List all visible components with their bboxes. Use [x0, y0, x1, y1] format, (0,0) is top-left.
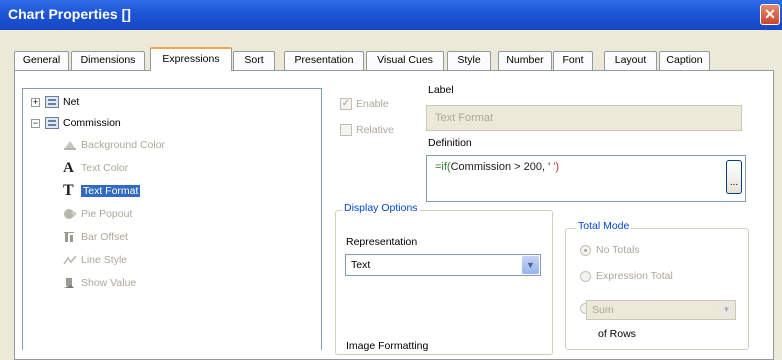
- tree-attr-label: Text Format: [81, 185, 141, 197]
- tree-attr-label: Pie Popout: [81, 208, 133, 220]
- enable-label: Enable: [356, 98, 389, 110]
- tree-node-label: Net: [63, 96, 80, 108]
- radio-label: No Totals: [596, 244, 640, 256]
- close-button[interactable]: ✕: [760, 4, 780, 25]
- text-format-icon: T: [63, 182, 74, 199]
- definition-field-text: Commission > 200, ': [450, 161, 551, 173]
- sum-value: Sum: [592, 304, 614, 316]
- definition-prefix: =if(: [435, 161, 451, 173]
- label-title: Label: [428, 84, 454, 96]
- representation-value: Text: [351, 259, 371, 271]
- tab-presentation[interactable]: Presentation: [284, 51, 364, 70]
- window-title: Chart Properties []: [8, 6, 131, 22]
- pie-popout-icon: [63, 208, 77, 220]
- tree-attr-label: Line Style: [81, 254, 128, 266]
- image-formatting-label: Image Formatting: [346, 340, 429, 352]
- tree-attr-pie-popout[interactable]: Pie Popout: [63, 208, 132, 220]
- chevron-down-icon[interactable]: ▼: [719, 302, 734, 318]
- collapse-icon[interactable]: −: [31, 118, 40, 128]
- of-rows-label: of Rows: [598, 328, 636, 340]
- definition-tail: '): [550, 161, 560, 173]
- total-mode-title: Total Mode: [576, 220, 632, 232]
- tree-attr-label: Text Color: [81, 162, 129, 174]
- radio-expression-total[interactable]: Expression Total: [580, 270, 673, 282]
- tab-expressions[interactable]: Expressions: [150, 47, 232, 71]
- tab-visual-cues[interactable]: Visual Cues: [366, 51, 444, 70]
- tab-layout[interactable]: Layout: [604, 51, 657, 70]
- tree-attr-bar-offset[interactable]: Bar Offset: [63, 231, 128, 243]
- radio-button: [580, 270, 591, 282]
- tree-attr-text-format[interactable]: T Text Format: [63, 182, 141, 199]
- tab-general[interactable]: General: [14, 51, 69, 70]
- expression-icon: [45, 96, 59, 108]
- expression-icon: [45, 117, 59, 129]
- definition-title: Definition: [428, 137, 472, 149]
- tree-attr-text-color[interactable]: A Text Color: [63, 160, 129, 176]
- tab-number[interactable]: Number: [498, 51, 552, 70]
- show-value-icon: [63, 277, 77, 289]
- tree-attr-label: Background Color: [81, 139, 166, 151]
- tree-node-commission[interactable]: − Commission: [31, 117, 121, 129]
- expand-icon[interactable]: +: [31, 97, 40, 107]
- checkbox-box: [340, 124, 352, 136]
- radio-no-totals[interactable]: No Totals: [580, 244, 640, 256]
- relative-label: Relative: [356, 124, 394, 136]
- representation-label: Representation: [346, 236, 418, 248]
- sum-select[interactable]: Sum ▼: [586, 300, 736, 320]
- background-color-icon: [63, 139, 77, 151]
- expression-tree[interactable]: + Net − Commission Background Color A Te…: [22, 88, 322, 350]
- edit-expression-button[interactable]: ...: [726, 160, 742, 194]
- relative-checkbox[interactable]: Relative: [340, 124, 394, 136]
- title-bar: Chart Properties [] ✕: [0, 0, 782, 30]
- tree-attr-label: Show Value: [81, 277, 137, 289]
- radio-button: [580, 244, 591, 256]
- checkmark-icon: ✓: [340, 98, 352, 110]
- display-options-title: Display Options: [342, 202, 420, 214]
- line-style-icon: [63, 254, 77, 266]
- tab-sort[interactable]: Sort: [233, 51, 275, 70]
- display-options-group: [335, 210, 553, 355]
- label-field[interactable]: Text Format: [426, 105, 742, 131]
- enable-checkbox[interactable]: ✓ Enable: [340, 98, 389, 110]
- tab-font[interactable]: Font: [553, 51, 593, 70]
- tree-attr-label: Bar Offset: [81, 231, 129, 243]
- tab-dimensions[interactable]: Dimensions: [71, 51, 145, 70]
- bar-offset-icon: [63, 231, 77, 243]
- representation-select[interactable]: Text ▼: [345, 254, 541, 276]
- tree-attr-background-color[interactable]: Background Color: [63, 139, 165, 151]
- tab-style[interactable]: Style: [447, 51, 491, 70]
- tree-node-net[interactable]: + Net: [31, 96, 79, 108]
- close-icon: ✕: [764, 6, 776, 22]
- tree-node-label: Commission: [63, 117, 121, 129]
- tab-caption[interactable]: Caption: [659, 51, 710, 70]
- tab-strip: General Dimensions Expressions Sort Pres…: [14, 47, 774, 71]
- definition-field[interactable]: =if(Commission > 200, ' '): [426, 155, 746, 202]
- chevron-down-icon[interactable]: ▼: [522, 256, 539, 274]
- radio-label: Expression Total: [596, 270, 673, 282]
- tree-attr-line-style[interactable]: Line Style: [63, 254, 127, 266]
- tree-attr-show-value[interactable]: Show Value: [63, 277, 136, 289]
- text-color-icon: A: [63, 160, 74, 176]
